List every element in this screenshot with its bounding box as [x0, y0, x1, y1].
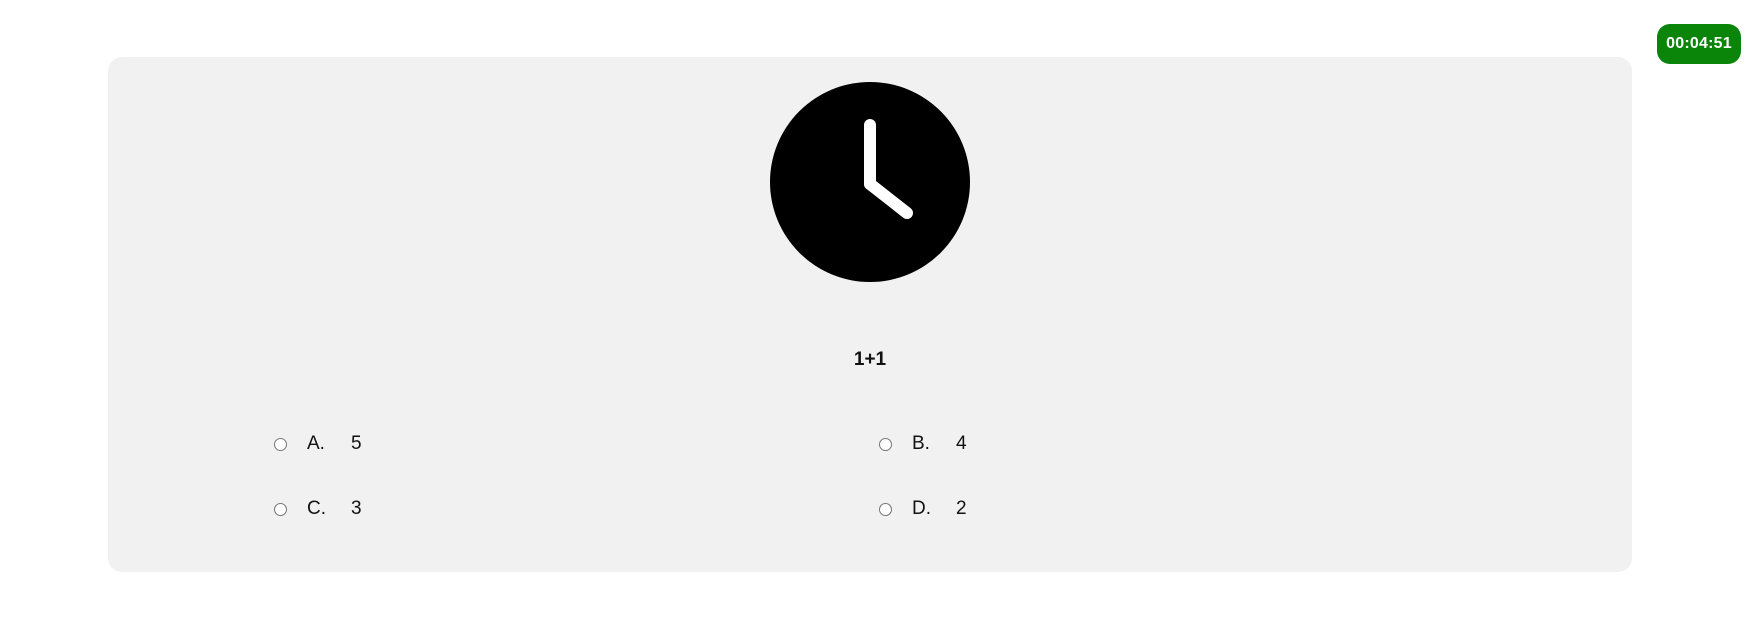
option-b[interactable]: B. 4: [879, 429, 967, 459]
option-letter: D.: [912, 498, 931, 519]
option-letter: A.: [307, 433, 325, 454]
option-value: 2: [956, 498, 967, 519]
option-value: 5: [351, 433, 362, 454]
radio-button-a[interactable]: [274, 437, 287, 451]
radio-button-b[interactable]: [879, 437, 892, 451]
question-text: 1+1: [853, 349, 887, 370]
option-value: 3: [351, 498, 362, 519]
clock-icon: [770, 82, 970, 282]
countdown-timer-badge: 00:04:51: [1657, 24, 1741, 64]
option-a[interactable]: A. 5: [274, 429, 362, 459]
option-letter: C.: [307, 498, 326, 519]
option-value: 4: [956, 433, 967, 454]
radio-button-d[interactable]: [879, 502, 892, 516]
option-c[interactable]: C. 3: [274, 494, 362, 524]
option-d[interactable]: D. 2: [879, 494, 967, 524]
quiz-card: 1+1 A. 5 B. 4 C. 3 D. 2: [108, 57, 1632, 572]
option-letter: B.: [912, 433, 930, 454]
radio-button-c[interactable]: [274, 502, 287, 516]
